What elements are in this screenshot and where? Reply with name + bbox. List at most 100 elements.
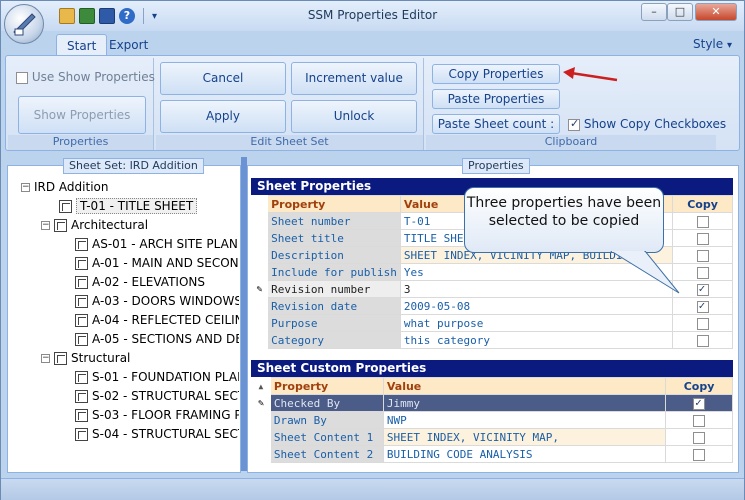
row-gutter (250, 263, 269, 281)
copy-checkbox-cell[interactable] (672, 297, 733, 315)
custom-properties-grid: ▲PropertyValueCopy ✎Checked ByJimmy Draw… (251, 377, 733, 463)
tree-root-label: IRD Addition (34, 180, 109, 194)
copy-checkbox[interactable] (693, 431, 706, 444)
copy-checkbox-cell[interactable] (665, 394, 733, 412)
copy-checkbox[interactable] (696, 334, 709, 347)
tab-export[interactable]: Export (99, 34, 158, 56)
collapse-icon[interactable]: − (41, 221, 50, 230)
properties-panel-title: Properties (462, 158, 530, 174)
property-value[interactable]: NWP (382, 411, 667, 429)
property-name: Revision date (267, 297, 401, 315)
tree-sheet-item[interactable]: S-01 - FOUNDATION PLAN (75, 368, 239, 387)
tree-sheet-item[interactable]: A-05 - SECTIONS AND DETAILS (75, 330, 239, 349)
copy-checkbox-cell[interactable] (672, 314, 733, 332)
property-value[interactable]: 2009-05-08 (399, 297, 674, 315)
column-header-copy[interactable]: Copy (672, 195, 733, 213)
sheet-icon (75, 257, 88, 270)
show-properties-button[interactable]: Show Properties (18, 96, 146, 134)
callout-pointer-icon (610, 251, 680, 294)
use-show-properties-label: Use Show Properties (31, 70, 155, 84)
show-copy-checkboxes-checkbox[interactable]: Show Copy Checkboxes (568, 117, 726, 131)
property-value[interactable]: what purpose (399, 314, 674, 332)
copy-checkbox[interactable] (696, 215, 709, 228)
property-value[interactable]: SHEET INDEX, VICINITY MAP, (382, 428, 667, 446)
column-header-property[interactable]: Property (267, 195, 401, 213)
checkbox-box (568, 117, 580, 131)
tree-sheet-item[interactable]: S-03 - FLOOR FRAMING PLAN (75, 406, 239, 425)
copy-checkbox[interactable] (696, 282, 709, 296)
copy-checkbox-cell[interactable] (672, 229, 733, 247)
help-icon[interactable]: ? (119, 8, 135, 24)
copy-checkbox[interactable] (696, 249, 709, 262)
property-name: Description (267, 246, 401, 264)
copy-checkbox-cell[interactable] (672, 212, 733, 230)
table-row[interactable]: ✎ Checked By Jimmy (251, 394, 733, 412)
tree-sheet-item[interactable]: S-04 - STRUCTURAL SECTIONS (75, 425, 239, 444)
property-value[interactable]: Jimmy (382, 394, 667, 412)
column-header-property[interactable]: Property (269, 377, 384, 395)
copy-checkbox-cell[interactable] (665, 411, 733, 429)
tree-sheet-item[interactable]: A-02 - ELEVATIONS (75, 273, 205, 292)
copy-checkbox-cell[interactable] (665, 428, 733, 446)
table-row[interactable]: Purpose what purpose (250, 314, 733, 332)
copy-checkbox-cell[interactable] (672, 280, 733, 298)
table-row[interactable]: Category this category (250, 331, 733, 349)
tree-group-architectural[interactable]: − Architectural (41, 216, 148, 235)
save-icon[interactable] (99, 8, 115, 24)
tree-sheet-item[interactable]: T-01 - TITLE SHEET (59, 197, 198, 216)
copy-properties-button[interactable]: Copy Properties (432, 64, 560, 84)
app-window: SSM Properties Editor ? ▾ – □ ✕ Start Ex… (0, 0, 745, 500)
row-gutter (251, 445, 271, 463)
save-check-icon[interactable] (79, 8, 95, 24)
column-header-value[interactable]: Value (382, 377, 667, 395)
status-bar (1, 478, 744, 500)
pencil-icon: ✎ (250, 280, 269, 298)
sort-icon: ▲ (251, 377, 271, 395)
copy-checkbox[interactable] (696, 317, 709, 330)
edit-sheet-set-group: Cancel Increment value Apply Unlock Edit… (156, 58, 424, 150)
copy-checkbox[interactable] (693, 448, 706, 461)
property-value[interactable]: BUILDING CODE ANALYSIS (382, 445, 667, 463)
table-row[interactable]: Sheet Content 2 BUILDING CODE ANALYSIS (251, 445, 733, 463)
maximize-button[interactable]: □ (667, 3, 693, 21)
collapse-icon[interactable]: − (41, 354, 50, 363)
customize-toolbar-icon[interactable]: ▾ (152, 11, 157, 22)
table-row[interactable]: Revision date 2009-05-08 (250, 297, 733, 315)
tree-group-structural[interactable]: − Structural (41, 349, 130, 368)
tree-sheet-item[interactable]: AS-01 - ARCH SITE PLAN (75, 235, 238, 254)
increment-value-button[interactable]: Increment value (291, 62, 417, 95)
close-button[interactable]: ✕ (695, 3, 737, 21)
property-name: Sheet title (267, 229, 401, 247)
show-copy-checkboxes-label: Show Copy Checkboxes (583, 117, 727, 131)
tree-root[interactable]: − IRD Addition (21, 178, 108, 197)
paste-properties-button[interactable]: Paste Properties (432, 89, 560, 109)
cancel-button[interactable]: Cancel (160, 62, 286, 95)
copy-checkbox[interactable] (696, 232, 709, 245)
copy-checkbox-cell[interactable] (672, 263, 733, 281)
copy-checkbox-cell[interactable] (672, 246, 733, 264)
copy-checkbox[interactable] (696, 266, 709, 279)
minimize-button[interactable]: – (641, 3, 667, 21)
table-row[interactable]: Sheet Content 1 SHEET INDEX, VICINITY MAP… (251, 428, 733, 446)
collapse-icon[interactable]: − (21, 183, 30, 192)
use-show-properties-checkbox[interactable]: Use Show Properties (16, 70, 155, 84)
copy-checkbox[interactable] (693, 396, 706, 410)
open-folder-icon[interactable] (59, 8, 75, 24)
paste-sheet-count-button[interactable]: Paste Sheet count : 11 (432, 114, 560, 149)
tree-sheet-item[interactable]: S-02 - STRUCTURAL SECTIONS (75, 387, 239, 406)
annotation-callout: Three properties have been selected to b… (464, 187, 664, 253)
tree-sheet-item[interactable]: A-04 - REFLECTED CEILING (75, 311, 239, 330)
tree-sheet-item[interactable]: A-01 - MAIN AND SECOND (75, 254, 239, 273)
unlock-button[interactable]: Unlock (291, 100, 417, 133)
table-row[interactable]: Drawn By NWP (251, 411, 733, 429)
copy-checkbox-cell[interactable] (665, 445, 733, 463)
property-value[interactable]: this category (399, 331, 674, 349)
apply-button[interactable]: Apply (160, 100, 286, 133)
application-button[interactable] (4, 4, 44, 44)
style-menu[interactable]: Style ▾ (693, 37, 732, 51)
copy-checkbox[interactable] (696, 299, 709, 313)
copy-checkbox[interactable] (693, 414, 706, 427)
column-header-copy[interactable]: Copy (665, 377, 733, 395)
copy-checkbox-cell[interactable] (672, 331, 733, 349)
tree-sheet-item[interactable]: A-03 - DOORS WINDOWS (75, 292, 239, 311)
